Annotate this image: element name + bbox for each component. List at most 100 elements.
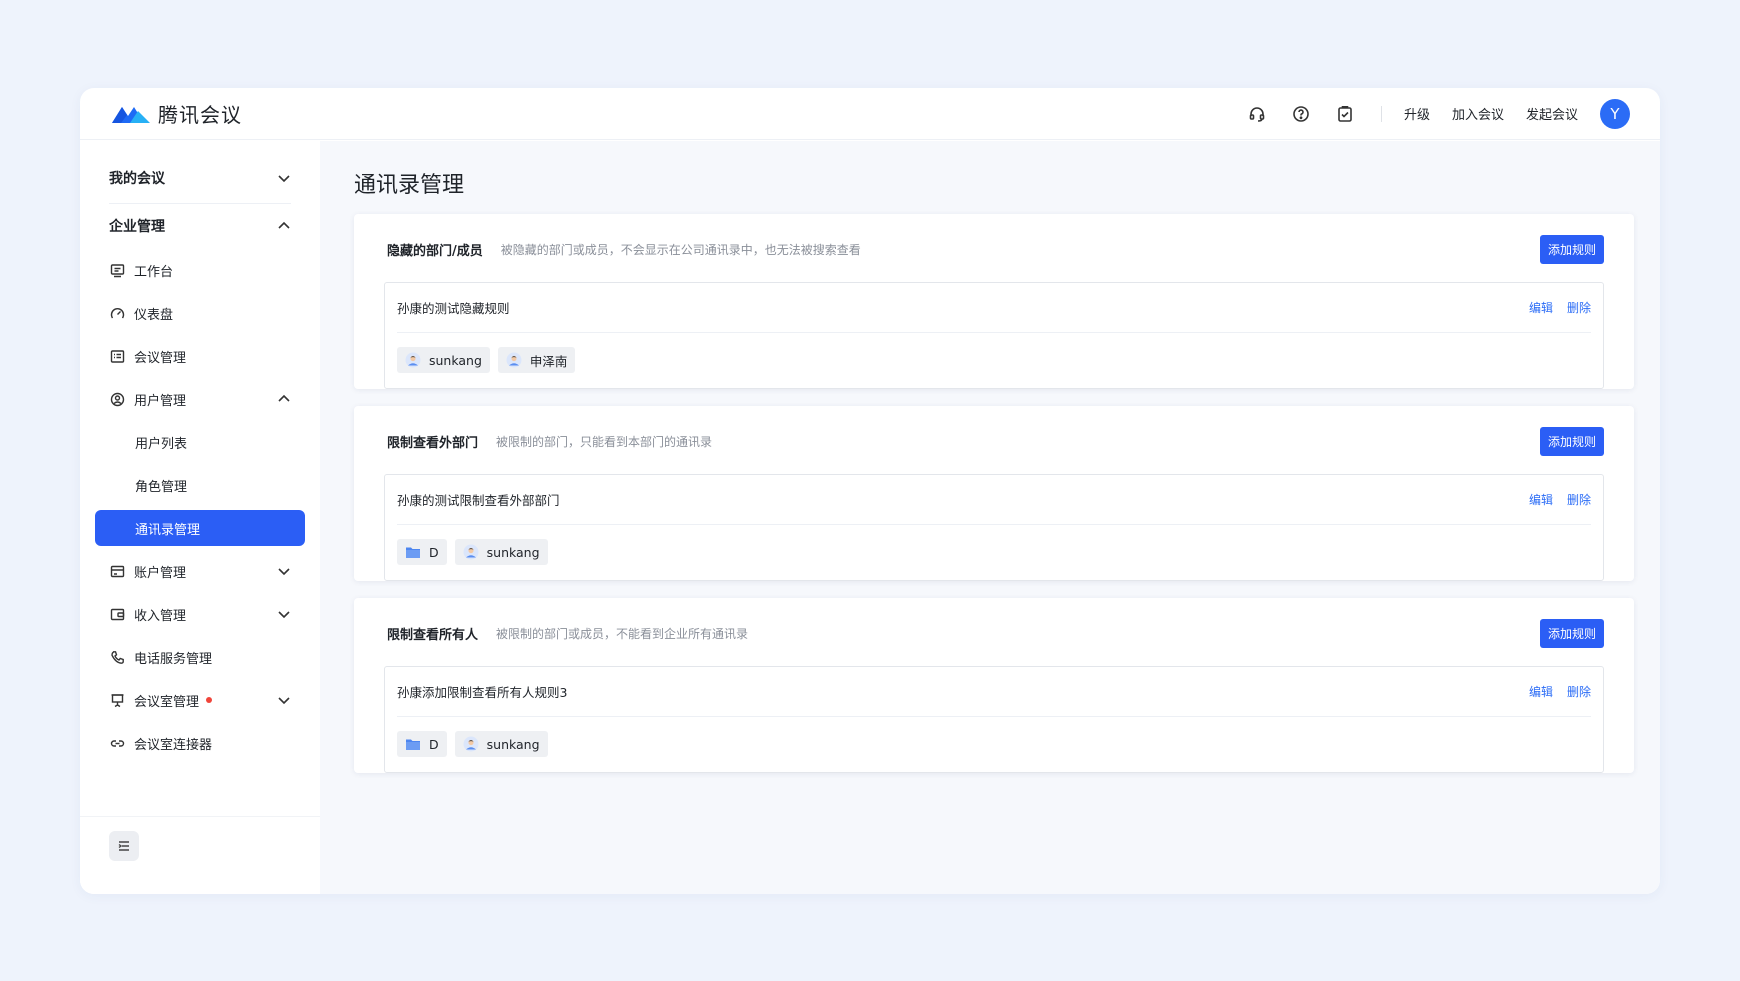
section-header: 限制查看外部门 被限制的部门，只能看到本部门的通讯录 添加规则 xyxy=(387,426,1604,456)
sidebar-item-room-connector[interactable]: 会议室连接器 xyxy=(95,725,305,761)
upgrade-link[interactable]: 升级 xyxy=(1404,104,1430,123)
nav-divider xyxy=(109,203,291,204)
sidebar-item-dashboard[interactable]: 仪表盘 xyxy=(95,295,305,331)
monitor-icon xyxy=(109,262,125,278)
chevron-down-icon xyxy=(277,693,291,707)
app-window: 腾讯会议 升级 加入会议 发起会议 Y 我的会议 企业管理 工作台 仪表盘 会议… xyxy=(80,88,1660,894)
gauge-icon xyxy=(109,305,125,321)
chevron-up-icon xyxy=(277,392,291,406)
department-tag: D xyxy=(397,539,447,565)
top-actions: 升级 加入会议 发起会议 Y xyxy=(1245,98,1630,129)
join-meeting-link[interactable]: 加入会议 xyxy=(1452,104,1504,123)
user-avatar-icon xyxy=(506,352,522,368)
chevron-down-icon xyxy=(277,564,291,578)
user-circle-icon xyxy=(109,391,125,407)
section-title: 隐藏的部门/成员 xyxy=(387,243,483,259)
rule-card: 孙康添加限制查看所有人规则3 编辑 删除 D sunkang xyxy=(384,666,1604,773)
member-tag: sunkang xyxy=(454,731,548,757)
sidebar-item-meeting-management[interactable]: 会议管理 xyxy=(95,338,305,374)
edit-rule-link[interactable]: 编辑 xyxy=(1529,299,1553,316)
user-avatar-icon xyxy=(405,352,421,368)
user-avatar[interactable]: Y xyxy=(1600,98,1630,129)
sidebar-item-user-management[interactable]: 用户管理 xyxy=(95,381,305,417)
brand-name: 腾讯会议 xyxy=(158,103,242,127)
clipboard-check-icon[interactable] xyxy=(1333,102,1357,126)
card-icon xyxy=(109,563,125,579)
section-title: 限制查看所有人 xyxy=(387,627,479,643)
edit-rule-link[interactable]: 编辑 xyxy=(1529,683,1553,700)
projector-icon xyxy=(109,692,125,708)
sidebar-item-workbench[interactable]: 工作台 xyxy=(95,252,305,288)
section-header: 隐藏的部门/成员 被隐藏的部门或成员，不会显示在公司通讯录中，也无法被搜索查看 … xyxy=(387,234,1604,264)
rule-name: 孙康添加限制查看所有人规则3 xyxy=(397,685,568,700)
sidebar-footer xyxy=(80,816,320,894)
nav-group-label: 企业管理 xyxy=(109,219,165,235)
chevron-up-icon xyxy=(278,221,290,229)
rule-name: 孙康的测试限制查看外部部门 xyxy=(397,493,560,508)
delete-rule-link[interactable]: 删除 xyxy=(1567,299,1591,316)
headset-icon[interactable] xyxy=(1245,102,1269,126)
member-tag: 申泽南 xyxy=(497,347,576,373)
rule-header: 孙康的测试隐藏规则 编辑 删除 xyxy=(397,283,1591,333)
add-rule-button[interactable]: 添加规则 xyxy=(1539,618,1604,648)
sidebar-item-user-list[interactable]: 用户列表 xyxy=(95,424,305,460)
brand-logo[interactable]: 腾讯会议 xyxy=(110,99,242,128)
chevron-down-icon xyxy=(278,175,290,183)
sidebar-item-phone-service[interactable]: 电话服务管理 xyxy=(95,639,305,675)
sidebar-item-contacts-management[interactable]: 通讯录管理 xyxy=(95,510,305,546)
edit-rule-link[interactable]: 编辑 xyxy=(1529,491,1553,508)
rule-tags: D sunkang xyxy=(397,539,548,565)
rule-actions: 编辑 删除 xyxy=(1529,491,1591,508)
sidebar-item-label: 会议管理 xyxy=(134,350,187,366)
nav-group-enterprise[interactable]: 企业管理 xyxy=(109,214,291,238)
sidebar-item-label: 电话服务管理 xyxy=(134,651,213,667)
rule-tags: sunkang 申泽南 xyxy=(397,347,576,373)
collapse-menu-icon xyxy=(118,841,129,851)
nav-group-my-meetings[interactable]: 我的会议 xyxy=(109,166,291,190)
member-tag: sunkang xyxy=(454,539,548,565)
list-icon xyxy=(109,348,125,364)
folder-icon xyxy=(405,736,421,752)
sidebar-item-account-management[interactable]: 账户管理 xyxy=(95,553,305,589)
rule-actions: 编辑 删除 xyxy=(1529,683,1591,700)
add-rule-button[interactable]: 添加规则 xyxy=(1539,426,1604,456)
collapse-sidebar-button[interactable] xyxy=(109,831,139,861)
help-icon[interactable] xyxy=(1289,102,1313,126)
rule-card: 孙康的测试隐藏规则 编辑 删除 sunkang 申泽南 xyxy=(384,282,1604,389)
section-description: 被限制的部门，只能看到本部门的通讯录 xyxy=(496,434,713,449)
folder-icon xyxy=(405,544,421,560)
rule-tags: D sunkang xyxy=(397,731,548,757)
sidebar-item-label: 会议室管理 xyxy=(134,694,200,710)
delete-rule-link[interactable]: 删除 xyxy=(1567,683,1591,700)
department-name: D xyxy=(429,544,439,560)
main-content: 通讯录管理 隐藏的部门/成员 被隐藏的部门或成员，不会显示在公司通讯录中，也无法… xyxy=(320,141,1660,894)
section-title: 限制查看外部门 xyxy=(387,435,479,451)
page-title: 通讯录管理 xyxy=(354,173,465,198)
member-name: sunkang xyxy=(429,352,482,368)
sidebar-item-label: 收入管理 xyxy=(134,608,187,624)
start-meeting-link[interactable]: 发起会议 xyxy=(1526,104,1578,123)
department-name: D xyxy=(429,736,439,752)
delete-rule-link[interactable]: 删除 xyxy=(1567,491,1591,508)
section-hidden-members: 隐藏的部门/成员 被隐藏的部门或成员，不会显示在公司通讯录中，也无法被搜索查看 … xyxy=(354,214,1634,389)
add-rule-button[interactable]: 添加规则 xyxy=(1539,234,1604,264)
sidebar-item-role-management[interactable]: 角色管理 xyxy=(95,467,305,503)
sidebar-item-income-management[interactable]: 收入管理 xyxy=(95,596,305,632)
rule-card: 孙康的测试限制查看外部部门 编辑 删除 D sunkang xyxy=(384,474,1604,581)
member-tag: sunkang xyxy=(397,347,490,373)
member-name: sunkang xyxy=(486,544,540,560)
department-tag: D xyxy=(397,731,447,757)
sidebar-item-label: 会议室连接器 xyxy=(134,737,213,753)
sidebar: 我的会议 企业管理 工作台 仪表盘 会议管理 用户管理 用户列表 角色管理 通讯… xyxy=(80,141,320,894)
sidebar-item-label: 用户列表 xyxy=(135,436,188,452)
rule-actions: 编辑 删除 xyxy=(1529,299,1591,316)
sidebar-item-label: 工作台 xyxy=(134,264,174,280)
sidebar-item-room-management[interactable]: 会议室管理 xyxy=(95,682,305,718)
top-bar: 腾讯会议 升级 加入会议 发起会议 Y xyxy=(80,88,1660,140)
sidebar-item-label: 仪表盘 xyxy=(134,307,174,323)
member-name: sunkang xyxy=(486,736,540,752)
chevron-down-icon xyxy=(277,607,291,621)
nav-group-label: 我的会议 xyxy=(109,171,165,187)
user-avatar-icon xyxy=(463,544,479,560)
section-description: 被隐藏的部门或成员，不会显示在公司通讯录中，也无法被搜索查看 xyxy=(500,242,861,257)
